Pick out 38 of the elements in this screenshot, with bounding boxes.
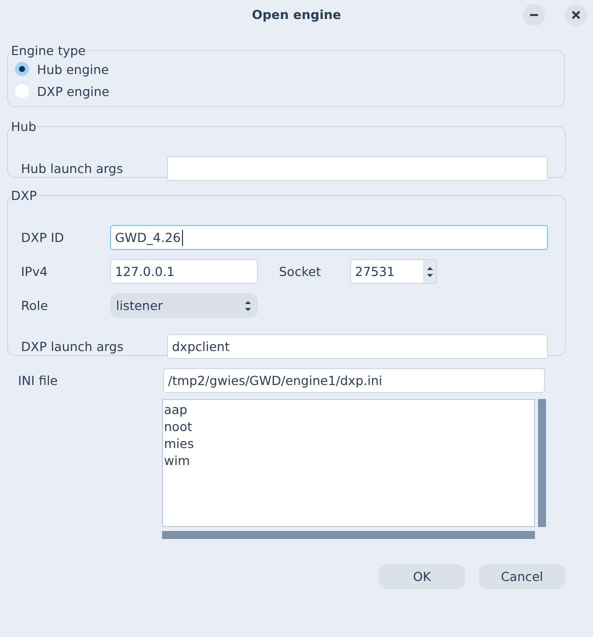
close-icon bbox=[571, 10, 581, 20]
minimize-button[interactable] bbox=[523, 4, 545, 26]
radio-button[interactable] bbox=[15, 62, 29, 76]
list-box[interactable]: aap noot mies wim bbox=[162, 399, 535, 527]
ok-button[interactable]: OK bbox=[379, 564, 465, 589]
field-label: DXP ID bbox=[21, 230, 66, 245]
radio-option[interactable]: Hub engine bbox=[15, 58, 547, 80]
field-label: Hub launch args bbox=[21, 161, 124, 176]
up-down-arrows-icon bbox=[426, 264, 434, 278]
field-label: Role bbox=[21, 298, 49, 313]
group-title: Engine type bbox=[11, 43, 86, 58]
field-label: INI file bbox=[18, 373, 59, 388]
window-title: Open engine bbox=[252, 6, 342, 22]
role-dropdown[interactable]: listener bbox=[110, 293, 258, 318]
field-label: Socket bbox=[279, 264, 322, 279]
up-down-arrows-icon bbox=[244, 298, 252, 312]
group-title: DXP bbox=[11, 188, 37, 203]
input-field[interactable]: /tmp2/gwies/GWD/engine1/dxp.ini bbox=[163, 368, 545, 393]
spin-value: 27531 bbox=[351, 260, 423, 283]
close-button[interactable] bbox=[565, 4, 587, 26]
input-field[interactable]: GWD_4.26 bbox=[110, 225, 548, 250]
radio-option[interactable]: DXP engine bbox=[15, 80, 547, 102]
list-item[interactable]: noot bbox=[163, 418, 534, 435]
cancel-button[interactable]: Cancel bbox=[479, 564, 565, 589]
field-label: IPv4 bbox=[21, 264, 49, 279]
radio-label: Hub engine bbox=[37, 62, 109, 76]
horizontal-scrollbar[interactable] bbox=[162, 531, 535, 539]
input-field[interactable] bbox=[167, 156, 548, 181]
field-label: DXP launch args bbox=[21, 339, 124, 354]
list-item[interactable]: mies bbox=[163, 435, 534, 452]
group-title: Hub bbox=[11, 119, 36, 134]
radio-label: DXP engine bbox=[37, 84, 110, 98]
list-item[interactable]: wim bbox=[163, 452, 534, 469]
list-item[interactable]: aap bbox=[163, 401, 534, 418]
input-field[interactable]: 127.0.0.1 bbox=[110, 259, 258, 284]
spin-box[interactable]: 27531 bbox=[350, 259, 437, 284]
input-field[interactable]: dxpclient bbox=[167, 334, 548, 359]
vertical-scrollbar[interactable] bbox=[538, 399, 546, 527]
